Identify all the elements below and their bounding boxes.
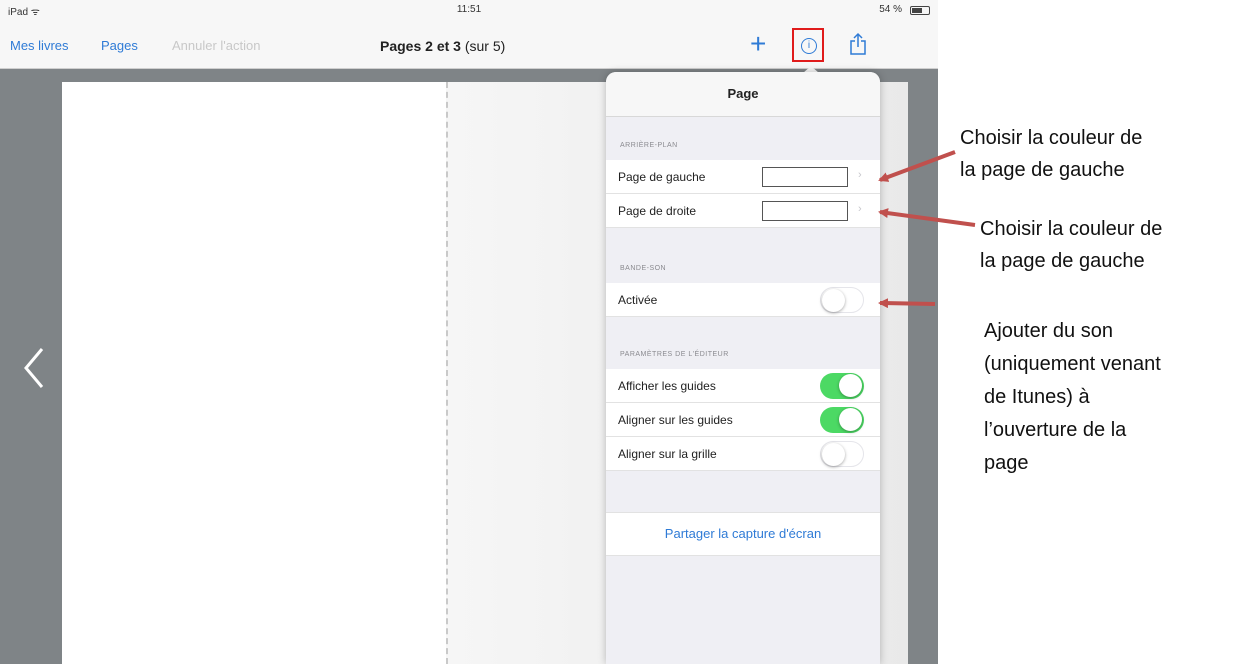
undo-button[interactable]: Annuler l'action xyxy=(172,38,260,53)
snap-grid-label: Aligner sur la grille xyxy=(618,447,717,461)
left-page-color-swatch[interactable] xyxy=(762,167,848,187)
section-soundtrack-label: BANDE-SON xyxy=(620,265,667,272)
annotation-text: (uniquement venant xyxy=(984,353,1161,375)
share-screenshot-button[interactable]: Partager la capture d'écran xyxy=(606,512,880,556)
page-title: Pages 2 et 3 (sur 5) xyxy=(380,38,505,54)
annotation-text: Ajouter du son xyxy=(984,320,1113,342)
info-button-highlight[interactable]: i xyxy=(792,28,824,62)
chevron-left-icon[interactable] xyxy=(22,347,46,389)
clock: 11:51 xyxy=(456,4,482,15)
snap-grid-toggle[interactable] xyxy=(820,441,864,467)
battery-icon xyxy=(910,6,930,15)
battery-level: 54 % xyxy=(879,4,902,15)
section-background-label: ARRIÈRE-PLAN xyxy=(620,142,678,149)
snap-grid-row: Aligner sur la grille xyxy=(606,437,880,471)
ipad-screen: iPad ᯤ 11:51 54 % Mes livres Pages Annul… xyxy=(0,0,938,664)
annotation-text: page xyxy=(984,452,1029,474)
section-editor-label: PARAMÈTRES DE L'ÉDITEUR xyxy=(620,351,729,358)
popover-title: Page xyxy=(606,72,880,117)
share-icon[interactable] xyxy=(849,32,867,56)
annotation-text: la page de gauche xyxy=(960,159,1125,181)
page-settings-popover: Page ARRIÈRE-PLAN Page de gauche › Page … xyxy=(606,72,880,664)
show-guides-toggle[interactable] xyxy=(820,373,864,399)
activated-label: Activée xyxy=(618,293,658,307)
disclosure-icon: › xyxy=(858,169,862,181)
annotation-text: de Itunes) à xyxy=(984,386,1090,408)
page-title-suffix: (sur 5) xyxy=(460,38,506,54)
right-page-label: Page de droite xyxy=(618,204,697,218)
annotation-sound: Ajouter du son (uniquement venant de Itu… xyxy=(984,315,1161,480)
navigation-bar: Mes livres Pages Annuler l'action Pages … xyxy=(0,22,938,69)
soundtrack-toggle[interactable] xyxy=(820,287,864,313)
annotation-text: Choisir la couleur de xyxy=(960,127,1143,149)
right-page-color-swatch[interactable] xyxy=(762,201,848,221)
page-title-main: Pages 2 et 3 xyxy=(380,38,461,54)
snap-guides-label: Aligner sur les guides xyxy=(618,413,733,427)
plus-icon[interactable]: + xyxy=(750,30,766,58)
pages-link[interactable]: Pages xyxy=(101,38,138,53)
page-fold xyxy=(446,82,448,664)
right-page-color-row[interactable]: Page de droite › xyxy=(606,194,880,228)
show-guides-label: Afficher les guides xyxy=(618,379,716,393)
annotation-text: Choisir la couleur de xyxy=(980,218,1163,240)
show-guides-row: Afficher les guides xyxy=(606,369,880,403)
left-page-label: Page de gauche xyxy=(618,170,706,184)
snap-guides-toggle[interactable] xyxy=(820,407,864,433)
info-icon[interactable]: i xyxy=(801,38,817,54)
annotation-right-page-color: Choisir la couleur de la page de gauche xyxy=(980,213,1162,277)
annotation-left-page-color: Choisir la couleur de la page de gauche xyxy=(960,122,1142,186)
left-page-color-row[interactable]: Page de gauche › xyxy=(606,160,880,194)
my-books-link[interactable]: Mes livres xyxy=(10,38,69,53)
annotation-text: l’ouverture de la xyxy=(984,419,1127,441)
soundtrack-row: Activée xyxy=(606,283,880,317)
disclosure-icon: › xyxy=(858,203,862,215)
annotation-text: la page de gauche xyxy=(980,250,1145,272)
status-bar: iPad ᯤ 11:51 54 % xyxy=(0,0,938,22)
snap-guides-row: Aligner sur les guides xyxy=(606,403,880,437)
